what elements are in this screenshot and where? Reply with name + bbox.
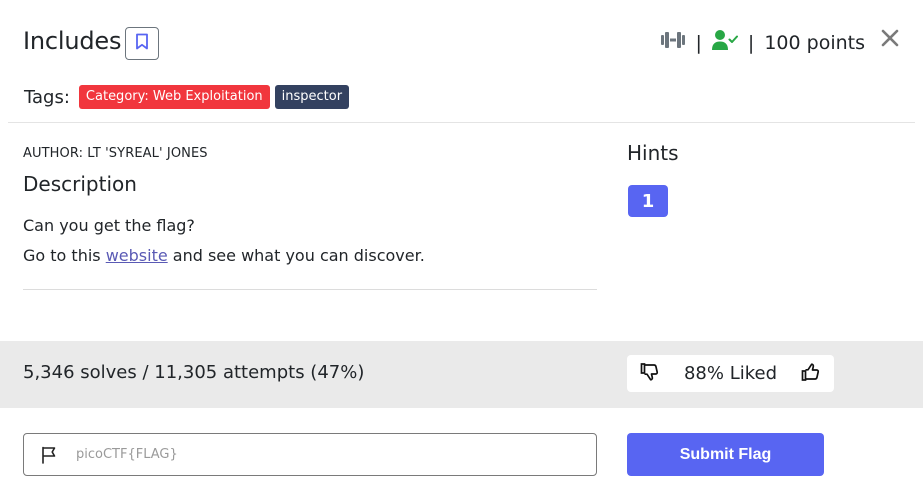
description-text: Go to this <box>23 246 106 265</box>
user-check-icon <box>711 29 738 56</box>
challenge-title: Includes <box>23 27 122 55</box>
description-text: Can you get the flag? <box>23 216 195 235</box>
meta-separator: | <box>747 31 755 54</box>
tag-inspector[interactable]: inspector <box>274 85 350 109</box>
challenge-meta: | | 100 points <box>660 29 865 56</box>
thumbs-up-button[interactable] <box>800 362 822 386</box>
author-label: AUTHOR: LT 'SYREAL' JONES <box>23 146 208 161</box>
description-text: and see what you can discover. <box>167 246 425 265</box>
hints-heading: Hints <box>627 141 679 165</box>
website-link[interactable]: website <box>106 246 168 265</box>
meta-separator: | <box>695 31 702 54</box>
liked-percentage: 88% Liked <box>683 363 778 384</box>
thumbs-up-icon <box>801 362 821 386</box>
close-icon <box>880 29 902 54</box>
flag-input-group <box>23 433 597 476</box>
header-divider <box>8 122 915 123</box>
thumbs-down-icon <box>640 362 660 386</box>
points-value: 100 points <box>764 31 865 54</box>
challenge-header: Includes | | 100 points Tags: Category: … <box>0 0 923 123</box>
flag-input[interactable] <box>74 447 574 462</box>
description-text-link-line: Go to this website and see what you can … <box>23 246 425 265</box>
tags-label: Tags: <box>24 86 70 108</box>
tags-row: Tags: Category: Web Exploitation inspect… <box>24 85 354 109</box>
solves-stats: 5,346 solves / 11,305 attempts (47%) <box>23 362 365 383</box>
bookmark-icon <box>135 33 149 54</box>
flag-icon <box>24 434 74 475</box>
close-button[interactable] <box>880 28 902 50</box>
description-heading: Description <box>23 172 137 196</box>
difficulty-bars-icon <box>660 30 686 55</box>
tag-category[interactable]: Category: Web Exploitation <box>78 85 270 109</box>
rating-box: 88% Liked <box>627 355 834 392</box>
hint-button-1[interactable]: 1 <box>628 185 668 217</box>
bookmark-button[interactable] <box>125 27 159 60</box>
thumbs-down-button[interactable] <box>639 362 661 386</box>
submit-flag-button[interactable]: Submit Flag <box>627 433 824 476</box>
description-divider <box>23 289 597 290</box>
